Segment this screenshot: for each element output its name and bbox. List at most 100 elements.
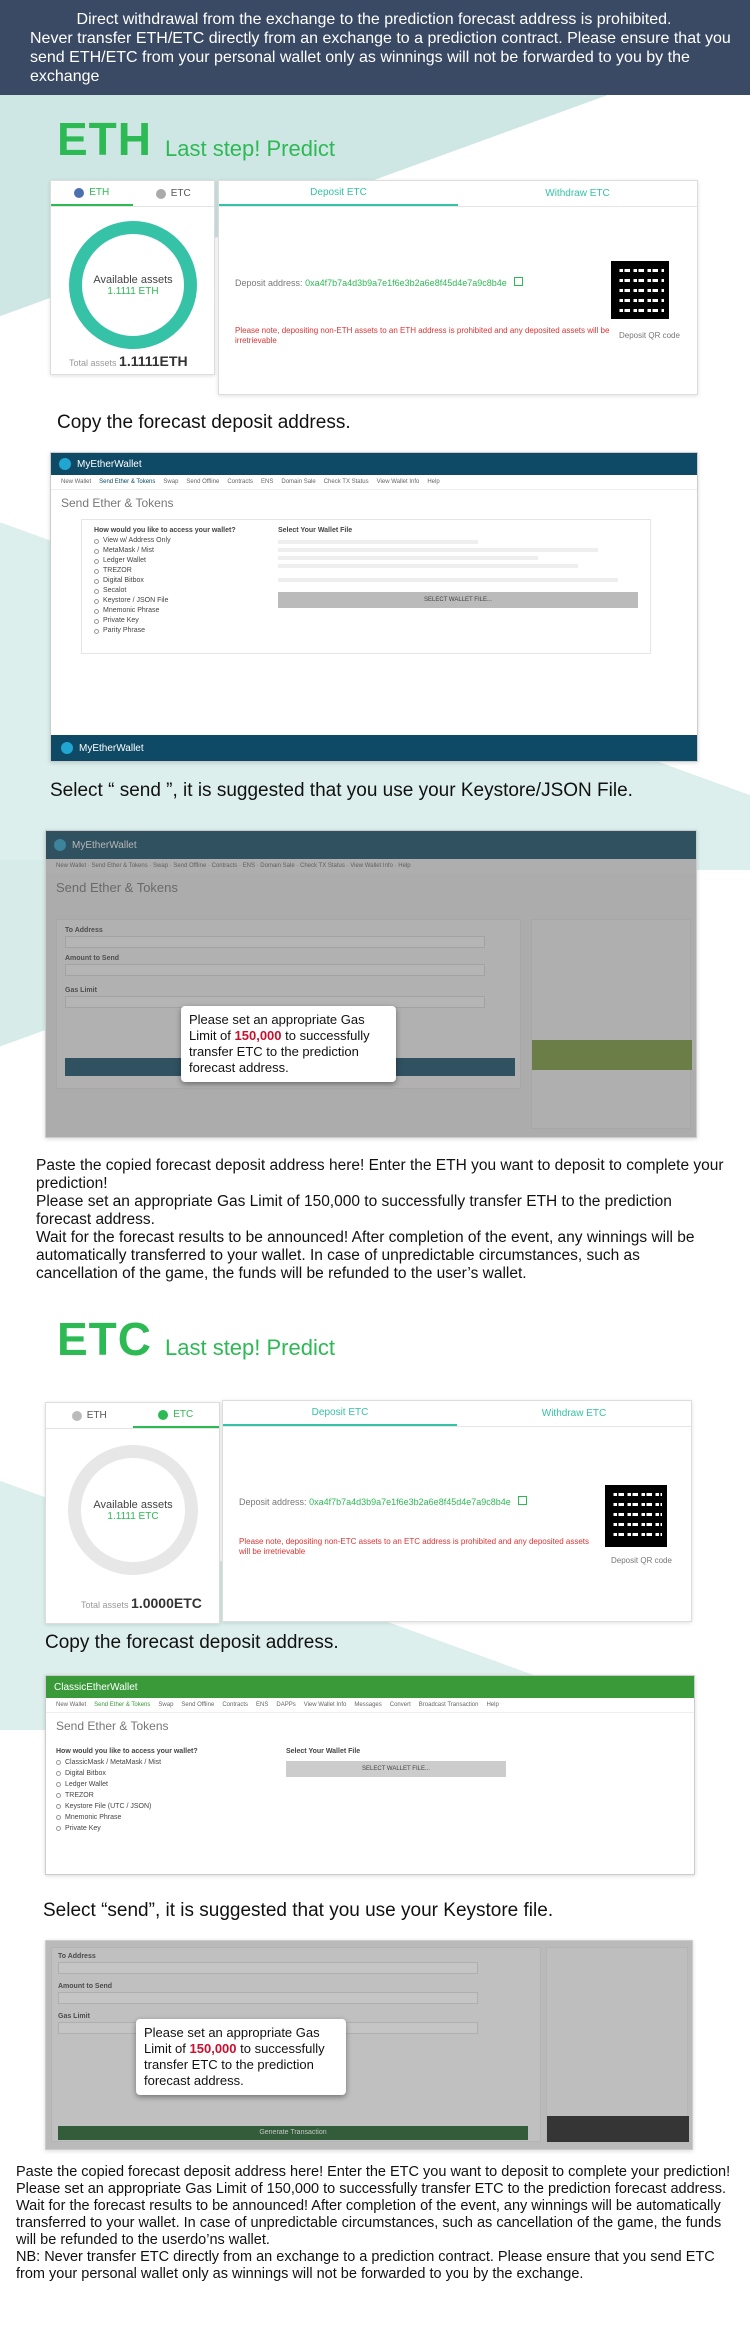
radio-icon	[94, 538, 99, 544]
etc-instructions: Paste the copied forecast deposit addres…	[16, 2164, 731, 2282]
mew-option[interactable]: Keystore / JSON File	[94, 596, 248, 606]
eth-instructions: Paste the copied forecast deposit addres…	[36, 1157, 724, 1282]
cew-screenshot: ClassicEtherWallet New Wallet Send Ether …	[45, 1675, 695, 1875]
radio-icon	[94, 608, 99, 614]
deposit-address-row: Deposit address: 0xa4f7b7a4d3b9a7e1f6e3b…	[235, 277, 524, 288]
warning-banner: Direct withdrawal from the exchange to t…	[0, 0, 750, 95]
eth-send-screenshot: MyEtherWallet New Wallet · Send Ether & …	[45, 830, 697, 1138]
qr-code	[611, 261, 669, 319]
radio-icon	[94, 618, 99, 624]
cew-option[interactable]: ClassicMask / MetaMask / Mist	[56, 1757, 256, 1768]
available-assets-ring-2: Available assets 1.1111 ETC	[68, 1445, 198, 1575]
cew-option[interactable]: Mnemonic Phrase	[56, 1812, 256, 1823]
radio-icon	[94, 588, 99, 594]
cew-access-panel: How would you like to access your wallet…	[56, 1746, 676, 1834]
etc-caption-send: Select “send”, it is suggested that you …	[43, 1900, 554, 1921]
mew-option[interactable]: Parity Phrase	[94, 626, 248, 636]
banner-line-1: Direct withdrawal from the exchange to t…	[76, 11, 672, 28]
cew-option[interactable]: Private Key	[56, 1823, 256, 1834]
cew-nav: New Wallet Send Ether & Tokens Swap Send Of…	[46, 1698, 694, 1713]
radio-icon	[56, 1793, 61, 1798]
mew-option[interactable]: View w/ Address Only	[94, 536, 248, 546]
gas-limit-popup-2: Please set an appropriate Gas Limit of 1…	[136, 2019, 346, 2095]
total-assets: Total assets 1.1111ETH	[69, 353, 188, 369]
mew-select-title: Select Your Wallet File	[278, 527, 353, 534]
cew-option[interactable]: TREZOR	[56, 1790, 256, 1801]
cew-option[interactable]: Ledger Wallet	[56, 1779, 256, 1790]
mew-select-file-button[interactable]: SELECT WALLET FILE...	[278, 592, 638, 608]
radio-icon	[94, 628, 99, 634]
eth-coin-icon	[74, 187, 85, 198]
radio-icon	[94, 598, 99, 604]
cew-logo: ClassicEtherWallet	[54, 1681, 138, 1693]
deposit-address-2[interactable]: 0xa4f7b7a4d3b9a7e1f6e3b2a6e8f45d4e7a9c8b…	[309, 1497, 511, 1507]
etc-asset-card: ETH ETC Available assets 1.1111 ETC Tota…	[45, 1402, 220, 1624]
mew-option[interactable]: Private Key	[94, 616, 248, 626]
mew-option[interactable]: MetaMask / Mist	[94, 546, 248, 556]
deposit-warning: Please note, depositing non-ETH assets t…	[235, 326, 610, 345]
tab-withdraw[interactable]: Withdraw ETC	[458, 181, 697, 206]
mew-footer-logo-icon	[61, 742, 73, 754]
qr-label-2: Deposit QR code	[611, 1556, 672, 1565]
radio-icon	[94, 568, 99, 574]
etc-subheading: Last step! Predict	[165, 1335, 335, 1360]
etc-caption-copy: Copy the forecast deposit address.	[45, 1632, 339, 1653]
mew-option[interactable]: Mnemonic Phrase	[94, 606, 248, 616]
radio-icon	[94, 558, 99, 564]
deposit-warning-2: Please note, depositing non-ETC assets t…	[239, 1537, 589, 1556]
radio-icon	[56, 1771, 61, 1776]
tab-deposit-2[interactable]: Deposit ETC	[223, 1401, 457, 1426]
mew-title: MyEtherWallet	[77, 458, 142, 470]
radio-icon	[56, 1826, 61, 1831]
mew-logo-icon	[59, 458, 71, 470]
eth-caption-copy: Copy the forecast deposit address.	[57, 412, 351, 433]
cew-select-title: Select Your Wallet File	[286, 1748, 361, 1755]
etc-deposit-card: Deposit ETC Withdraw ETC Deposit address…	[222, 1400, 692, 1622]
radio-icon	[56, 1782, 61, 1787]
tab-deposit[interactable]: Deposit ETC	[219, 181, 458, 206]
cew-section-title: Send Ether & Tokens	[56, 1719, 169, 1733]
total-assets-2: Total assets 1.0000ETC	[81, 1595, 202, 1611]
deposit-address-row-2: Deposit address: 0xa4f7b7a4d3b9a7e1f6e3b…	[239, 1496, 528, 1507]
available-assets-ring: Available assets 1.1111 ETH	[69, 221, 197, 349]
mew-option[interactable]: TREZOR	[94, 566, 248, 576]
radio-icon	[56, 1760, 61, 1765]
mew-options: How would you like to access your wallet…	[94, 526, 248, 636]
tab-etc[interactable]: ETC	[133, 181, 215, 206]
copy-icon-2[interactable]	[518, 1496, 528, 1505]
etc-heading: ETC	[57, 1313, 152, 1365]
tab-eth[interactable]: ETH	[51, 181, 133, 206]
mew-section-title: Send Ether & Tokens	[61, 496, 174, 510]
copy-icon[interactable]	[514, 277, 524, 286]
eth-asset-card: ETH ETC Available assets 1.1111 ETH Tota…	[50, 180, 215, 375]
deposit-address[interactable]: 0xa4f7b7a4d3b9a7e1f6e3b2a6e8f45d4e7a9c8b…	[305, 278, 507, 288]
tab-eth-2[interactable]: ETH	[46, 1403, 133, 1428]
qr-code-2	[605, 1485, 667, 1547]
mew-option[interactable]: Digital Bitbox	[94, 576, 248, 586]
mew-screenshot: MyEtherWallet New Wallet Send Ether & Tok…	[50, 452, 698, 762]
cew-option[interactable]: Keystore File (UTC / JSON)	[56, 1801, 256, 1812]
radio-icon	[94, 548, 99, 554]
mew-footer: MyEtherWallet	[51, 735, 697, 761]
etc-send-screenshot: To Address Amount to Send Gas Limit Gene…	[45, 1940, 693, 2150]
tab-withdraw-2[interactable]: Withdraw ETC	[457, 1401, 691, 1426]
eth-heading: ETH	[57, 113, 152, 165]
screen-overlay	[46, 831, 696, 1137]
etc-coin-icon-2	[158, 1409, 169, 1420]
eth-caption-send: Select “ send ”, it is suggested that yo…	[50, 780, 633, 801]
mew-nav: New Wallet Send Ether & Tokens Swap Send Of…	[51, 475, 697, 490]
etc-coin-icon	[155, 188, 166, 199]
cew-option[interactable]: Digital Bitbox	[56, 1768, 256, 1779]
qr-label: Deposit QR code	[619, 331, 680, 340]
mew-option[interactable]: Secalot	[94, 586, 248, 596]
cew-select-file-button[interactable]: SELECT WALLET FILE...	[286, 1761, 506, 1777]
gas-limit-popup: Please set an appropriate Gas Limit of 1…	[181, 1006, 396, 1082]
tab-etc-2[interactable]: ETC	[132, 1403, 219, 1428]
eth-deposit-card: Deposit ETC Withdraw ETC Deposit address…	[218, 180, 698, 395]
eth-subheading: Last step! Predict	[165, 136, 335, 161]
banner-line-2: Never transfer ETH/ETC directly from an …	[30, 30, 731, 85]
radio-icon	[56, 1815, 61, 1820]
mew-access-panel: How would you like to access your wallet…	[81, 519, 651, 654]
radio-icon	[94, 578, 99, 584]
mew-option[interactable]: Ledger Wallet	[94, 556, 248, 566]
